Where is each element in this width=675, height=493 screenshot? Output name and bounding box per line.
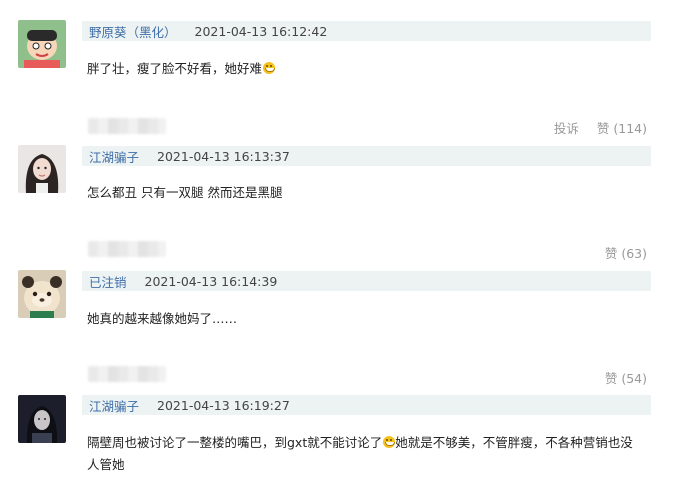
- username-link[interactable]: 江湖骗子: [89, 396, 139, 415]
- comment-meta: 野原葵（黑化） 2021-04-13 16:12:42: [82, 21, 651, 41]
- smile-emoji-icon: [383, 436, 396, 448]
- comment-text: 她真的越来越像她妈了……: [87, 311, 238, 326]
- avatar[interactable]: [18, 395, 66, 443]
- comment-actions: 投诉 赞 (114): [554, 118, 647, 137]
- like-button[interactable]: 赞 (63): [605, 243, 647, 262]
- comment-meta: 江湖骗子 2021-04-13 16:19:27: [82, 395, 651, 415]
- comment-text: 隔壁周也被讨论了一整楼的嘴巴，到gxt就不能讨论了 她就是不够美，不管胖瘦，不各种…: [87, 435, 633, 472]
- comment-actions: 赞 (63): [605, 243, 647, 262]
- username-link[interactable]: 已注销: [89, 272, 127, 291]
- like-button[interactable]: 赞 (54): [605, 368, 647, 387]
- username-link[interactable]: 野原葵（黑化）: [89, 22, 177, 41]
- avatar[interactable]: [18, 20, 66, 68]
- smile-emoji-icon: [263, 62, 276, 74]
- timestamp: 2021-04-13 16:13:37: [157, 148, 290, 164]
- timestamp: 2021-04-13 16:14:39: [144, 273, 278, 289]
- comment-meta: 江湖骗子 2021-04-13 16:13:37: [82, 146, 651, 166]
- timestamp: 2021-04-13 16:19:27: [157, 397, 290, 413]
- blurred-info: [88, 241, 166, 257]
- blurred-info: [88, 366, 166, 382]
- blurred-info: [88, 118, 166, 134]
- like-button[interactable]: 赞 (114): [597, 118, 647, 137]
- report-button[interactable]: 投诉: [554, 118, 579, 137]
- comment-text: 胖了壮，瘦了脸不好看，她好难: [87, 58, 645, 80]
- timestamp: 2021-04-13 16:12:42: [194, 23, 328, 39]
- avatar[interactable]: [18, 270, 66, 318]
- comment-actions: 赞 (54): [605, 368, 647, 387]
- avatar[interactable]: [18, 145, 66, 193]
- comment-text: 怎么都丑 只有一双腿 然而还是黑腿: [87, 185, 283, 200]
- username-link[interactable]: 江湖骗子: [89, 147, 139, 166]
- comment-meta: 已注销 2021-04-13 16:14:39: [82, 271, 651, 291]
